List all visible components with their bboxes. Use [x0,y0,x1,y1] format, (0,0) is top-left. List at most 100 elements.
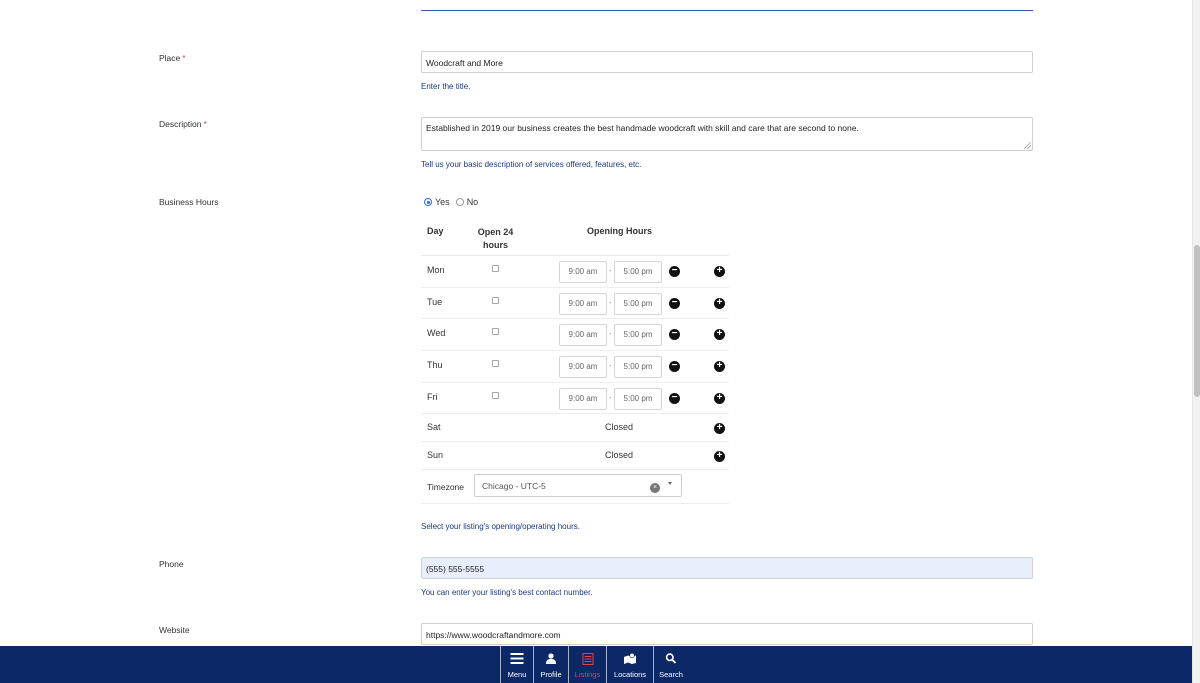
place-input-value: Woodcraft and More [426,58,503,68]
day-label: Sat [427,422,441,433]
place-input[interactable]: Woodcraft and More [421,51,1033,73]
hours-row-tue: Tue 9:00 am - 5:00 pm − + [421,288,729,320]
hours-row-wed: Wed 9:00 am - 5:00 pm − + [421,319,729,352]
phone-label: Phone [159,559,184,569]
required-marker: * [182,53,186,63]
listing-form-page: Place * Woodcraft and More Enter the titl… [0,0,1192,683]
add-hours-icon[interactable]: + [714,266,725,277]
closed-status: Closed [605,450,634,461]
time-separator: - [609,297,612,307]
open-24-checkbox[interactable] [492,328,499,336]
map-pin-icon [624,653,636,664]
business-hours-label: Business Hours [159,197,219,207]
description-textarea[interactable]: Established in 2019 our business creates… [421,117,1033,151]
day-label: Mon [427,265,445,275]
close-time-input[interactable]: 5:00 pm [614,261,662,283]
nav-menu[interactable]: Menu [500,646,534,683]
remove-hours-icon[interactable]: − [669,297,680,309]
open-time-input[interactable]: 9:00 am [559,292,607,315]
time-separator: - [609,392,612,402]
nav-menu-label: Menu [507,670,527,679]
close-time-input[interactable]: 5:00 pm [614,292,662,315]
description-value: Established in 2019 our business creates… [426,123,859,133]
open-24-checkbox[interactable] [492,391,499,399]
open-time-input[interactable]: 9:00 am [559,261,607,283]
timezone-label: Timezone [427,482,465,493]
close-time-input[interactable]: 5:00 pm [614,356,662,379]
website-input[interactable]: https://www.woodcraftandmore.com [421,623,1033,645]
remove-hours-icon[interactable]: − [669,392,680,404]
add-hours-icon[interactable]: + [714,297,725,309]
header-opening-hours: Opening Hours [587,226,652,236]
bottom-nav-items: Menu Profile Listings Locations Search [500,646,688,683]
timezone-row: Timezone Chicago - UTC-5 × [421,470,729,505]
add-hours-icon[interactable]: + [714,392,725,404]
hours-row-mon: Mon 9:00 am - 5:00 pm − + [421,256,729,288]
phone-input-value: (555) 555-5555 [426,564,485,574]
open-time-input[interactable]: 9:00 am [559,324,607,347]
website-input-value: https://www.woodcraftandmore.com [426,630,561,640]
remove-hours-icon[interactable]: − [669,266,680,277]
day-label: Thu [427,360,443,371]
radio-yes[interactable] [424,198,432,206]
resize-grip-icon[interactable] [1024,142,1031,149]
business-hours-toggle: Yes No [424,197,478,207]
phone-input[interactable]: (555) 555-5555 [421,557,1033,579]
page-scrollbar[interactable] [1192,0,1200,683]
nav-locations-label: Locations [613,670,647,679]
day-label: Fri [427,391,438,402]
list-icon [582,653,593,665]
time-separator: - [609,329,612,339]
search-icon [665,653,677,664]
hours-row-fri: Fri 9:00 am - 5:00 pm − + [421,383,729,415]
scrollbar-thumb[interactable] [1194,245,1200,397]
business-hours-help: Select your listing's opening/operating … [421,522,580,531]
closed-status: Closed [605,422,634,433]
add-hours-icon[interactable]: + [714,329,725,341]
nav-locations[interactable]: Locations [607,646,654,683]
open-24-checkbox[interactable] [492,265,499,272]
chevron-down-icon[interactable] [668,482,672,486]
clear-icon[interactable]: × [650,483,660,494]
time-separator: - [609,266,612,275]
place-label-text: Place [159,53,181,63]
timezone-value: Chicago - UTC-5 [482,481,546,492]
radio-no[interactable] [455,198,464,206]
nav-profile[interactable]: Profile [534,646,569,683]
required-marker: * [203,119,207,129]
radio-yes-label: Yes [435,197,450,207]
phone-help: You can enter your listing's best contac… [421,588,593,597]
open-time-input[interactable]: 9:00 am [559,387,607,410]
hours-row-sat: Sat Closed + [421,414,729,443]
place-help: Enter the title. [421,82,471,91]
open-time-input[interactable]: 9:00 am [559,356,607,379]
hamburger-icon [510,653,524,664]
header-open-24: Open 24 hours [477,227,514,250]
nav-search[interactable]: Search [654,646,688,683]
time-separator: - [609,361,612,371]
hours-row-thu: Thu 9:00 am - 5:00 pm − + [421,351,729,383]
add-hours-icon[interactable]: + [714,361,725,373]
remove-hours-icon[interactable]: − [669,329,680,341]
day-label: Sun [427,450,444,461]
nav-profile-label: Profile [540,670,562,679]
bottom-nav-bar: Menu Profile Listings Locations Search [0,646,1192,683]
close-time-input[interactable]: 5:00 pm [614,387,662,410]
website-label: Website [159,625,190,635]
nav-listings[interactable]: Listings [569,646,607,683]
day-label: Tue [427,296,443,307]
remove-hours-icon[interactable]: − [669,361,680,373]
open-24-checkbox[interactable] [492,360,499,368]
day-label: Wed [427,328,446,339]
timezone-select[interactable]: Chicago - UTC-5 × [474,474,682,498]
description-help: Tell us your basic description of servic… [421,160,642,169]
nav-search-label: Search [659,670,683,679]
description-label: Description * [159,119,207,129]
add-hours-icon[interactable]: + [714,451,725,463]
place-label: Place * [159,53,186,63]
close-time-input[interactable]: 5:00 pm [614,324,662,347]
hours-table-header: Day Open 24 hours Opening Hours [421,218,729,256]
radio-no-label: No [466,197,479,207]
add-hours-icon[interactable]: + [714,423,725,435]
open-24-checkbox[interactable] [492,296,499,304]
